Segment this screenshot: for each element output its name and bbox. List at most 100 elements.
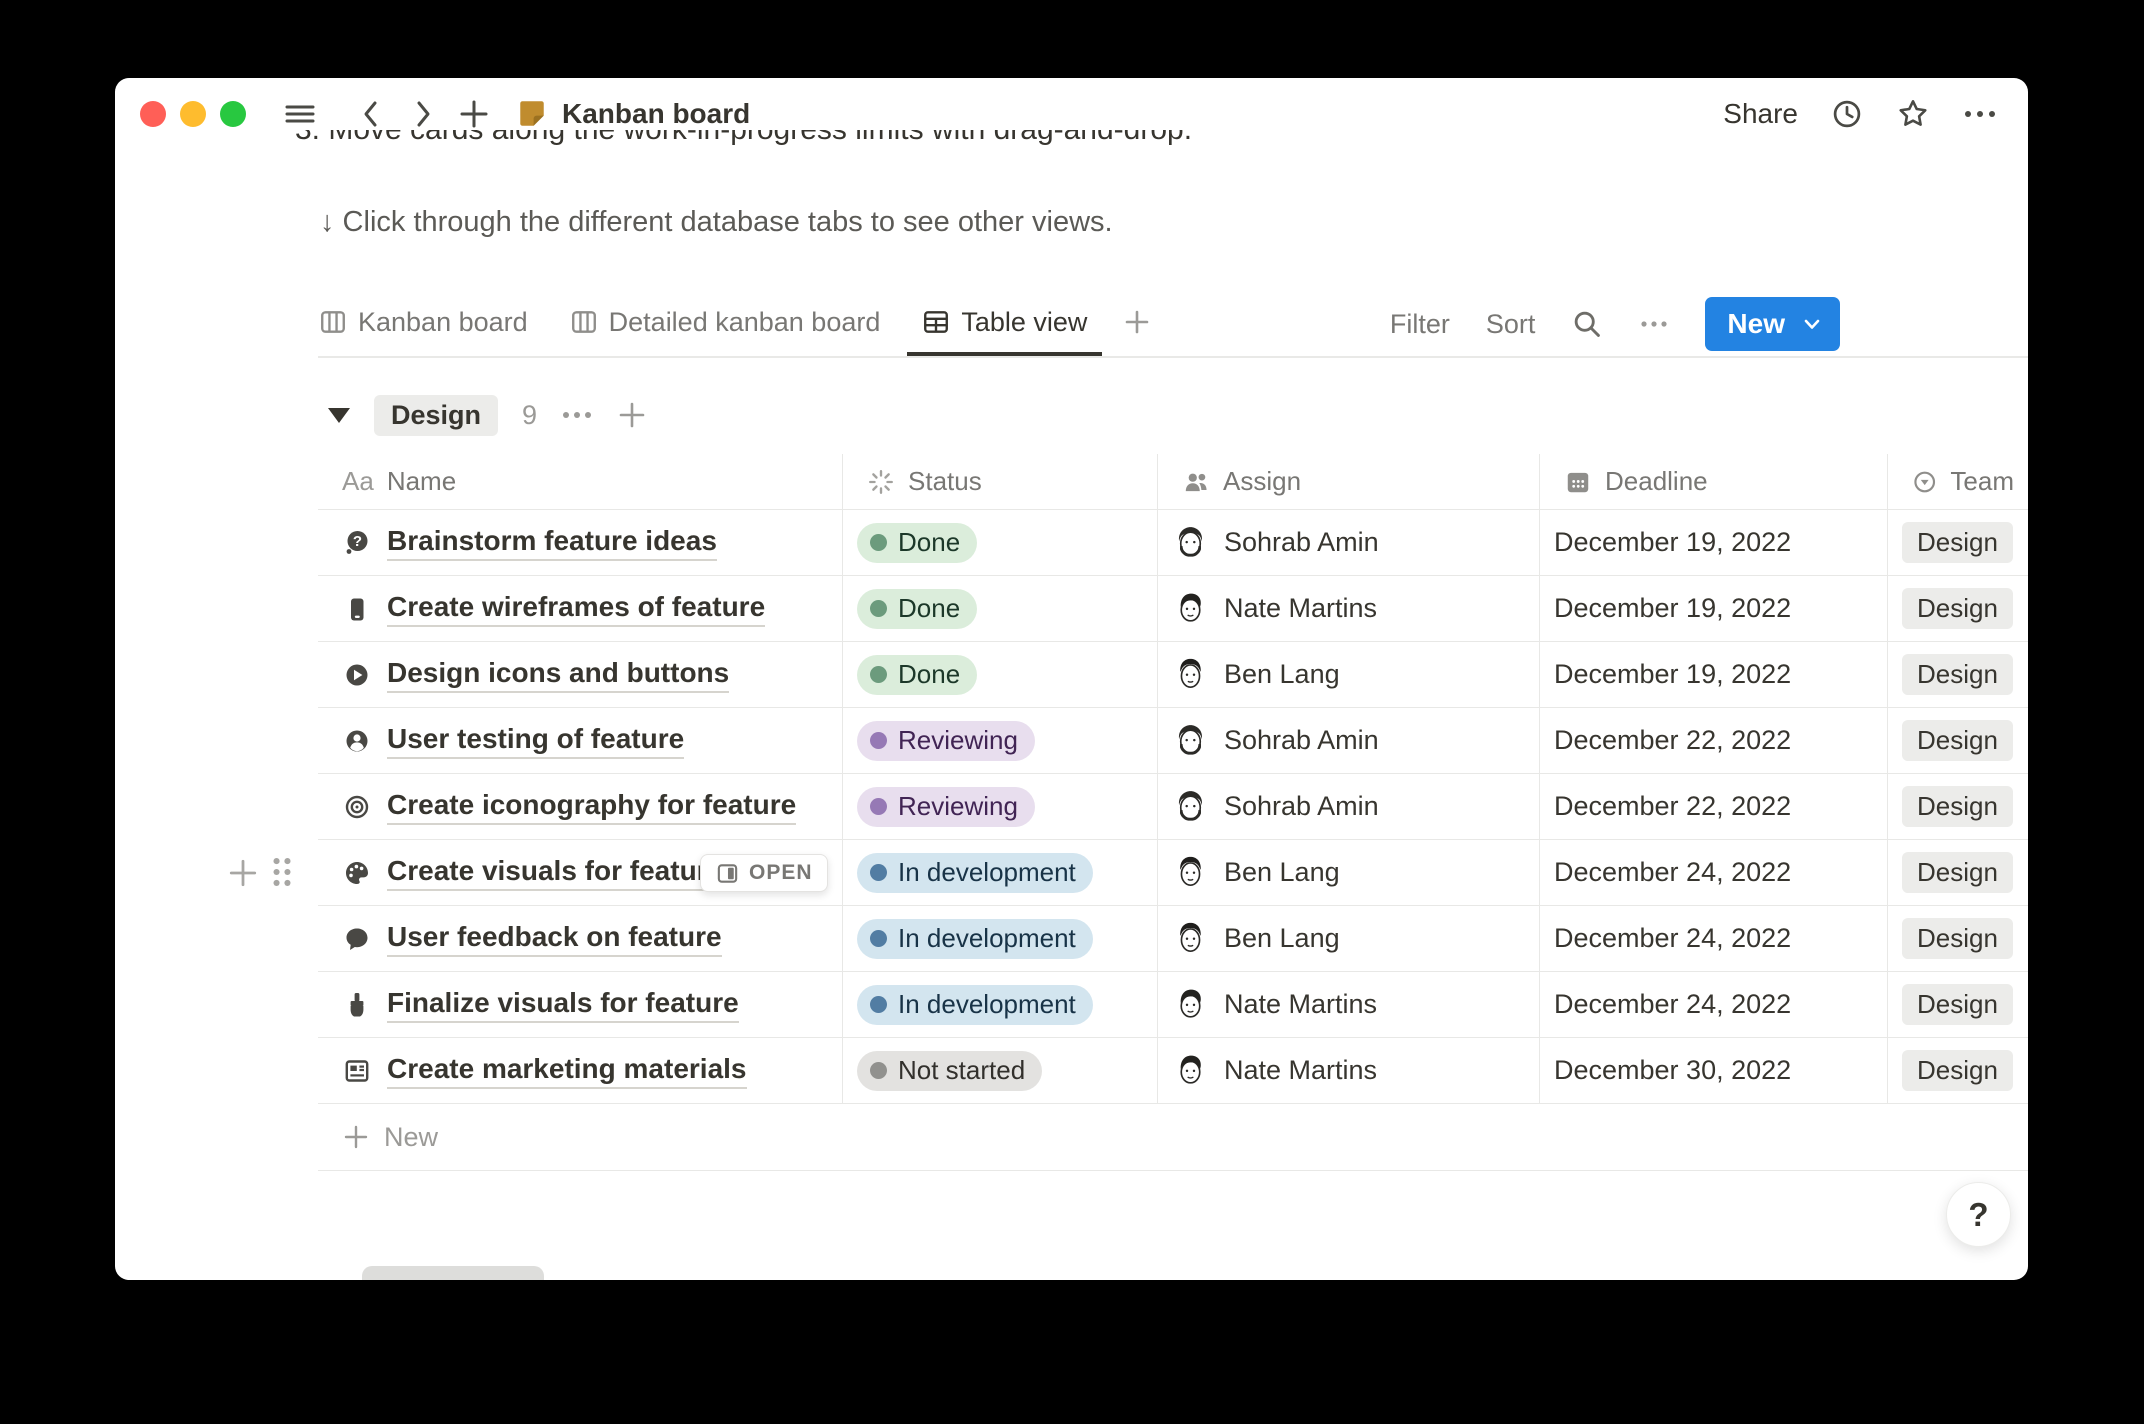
status-pill[interactable]: Done xyxy=(857,522,978,563)
minimize-button[interactable] xyxy=(180,101,206,127)
new-record-button[interactable]: New xyxy=(1705,297,1840,351)
task-link[interactable]: Create marketing materials xyxy=(387,1053,747,1089)
assign-cell[interactable]: Nate Martins xyxy=(1158,576,1540,641)
assign-cell[interactable]: Sohrab Amin xyxy=(1158,708,1540,773)
name-cell[interactable]: Create marketing materials xyxy=(318,1038,843,1103)
deadline-cell[interactable]: December 30, 2022 xyxy=(1540,1038,1888,1103)
assign-cell[interactable]: Sohrab Amin xyxy=(1158,774,1540,839)
updates-button[interactable] xyxy=(1830,97,1864,131)
name-cell[interactable]: Create iconography for feature xyxy=(318,774,843,839)
name-cell[interactable]: Create wireframes of feature xyxy=(318,576,843,641)
group-options-button[interactable] xyxy=(561,410,593,420)
insert-row-button[interactable] xyxy=(227,857,259,889)
add-view-button[interactable] xyxy=(1108,292,1166,356)
team-cell[interactable]: Design xyxy=(1888,774,2028,839)
status-pill[interactable]: Reviewing xyxy=(857,720,1035,761)
share-button[interactable]: Share xyxy=(1723,98,1798,130)
status-cell[interactable]: In development xyxy=(843,906,1158,971)
task-link[interactable]: Finalize visuals for feature xyxy=(387,987,739,1023)
more-button[interactable] xyxy=(1962,108,1998,120)
task-link[interactable]: Create visuals for feature xyxy=(387,855,724,891)
status-pill[interactable]: Done xyxy=(857,588,978,629)
status-cell[interactable]: Done xyxy=(843,642,1158,707)
assign-cell[interactable]: Nate Martins xyxy=(1158,972,1540,1037)
clipped-bottom-button[interactable] xyxy=(362,1266,544,1280)
open-record-button[interactable]: OPEN xyxy=(700,854,828,892)
assign-cell[interactable]: Ben Lang xyxy=(1158,642,1540,707)
team-cell[interactable]: Design xyxy=(1888,708,2028,773)
close-button[interactable] xyxy=(140,101,166,127)
team-cell[interactable]: Design xyxy=(1888,642,2028,707)
team-cell[interactable]: Design xyxy=(1888,840,2028,905)
new-row-button[interactable]: New xyxy=(318,1104,2028,1171)
drag-handle[interactable] xyxy=(270,854,294,895)
task-link[interactable]: Design icons and buttons xyxy=(387,657,730,693)
task-link[interactable]: Create wireframes of feature xyxy=(387,591,766,627)
name-cell[interactable]: Finalize visuals for feature xyxy=(318,972,843,1037)
task-link[interactable]: User testing of feature xyxy=(387,723,685,759)
sidebar-menu-button[interactable] xyxy=(284,99,316,129)
status-cell[interactable]: In development xyxy=(843,972,1158,1037)
status-cell[interactable]: Not started xyxy=(843,1038,1158,1103)
status-pill[interactable]: In development xyxy=(857,984,1093,1025)
assign-cell[interactable]: Nate Martins xyxy=(1158,1038,1540,1103)
team-cell[interactable]: Design xyxy=(1888,1038,2028,1103)
status-pill[interactable]: In development xyxy=(857,918,1093,959)
column-header-team[interactable]: Team xyxy=(1888,454,2028,509)
page-title[interactable]: Kanban board xyxy=(562,98,750,130)
status-cell[interactable]: Reviewing xyxy=(843,708,1158,773)
task-link[interactable]: User feedback on feature xyxy=(387,921,722,957)
team-cell[interactable]: Design xyxy=(1888,576,2028,641)
deadline-cell[interactable]: December 19, 2022 xyxy=(1540,576,1888,641)
column-header-deadline[interactable]: Deadline xyxy=(1540,454,1888,509)
assign-cell[interactable]: Sohrab Amin xyxy=(1158,510,1540,575)
deadline-cell[interactable]: December 24, 2022 xyxy=(1540,906,1888,971)
search-button[interactable] xyxy=(1571,308,1603,340)
status-cell[interactable]: Done xyxy=(843,510,1158,575)
deadline-cell[interactable]: December 19, 2022 xyxy=(1540,642,1888,707)
tab-detailed-kanban-board[interactable]: Detailed kanban board xyxy=(555,292,896,356)
group-collapse-toggle[interactable] xyxy=(328,407,350,423)
column-header-assign[interactable]: Assign xyxy=(1158,454,1540,509)
forward-button[interactable] xyxy=(408,98,438,130)
deadline-cell[interactable]: December 22, 2022 xyxy=(1540,708,1888,773)
team-cell[interactable]: Design xyxy=(1888,906,2028,971)
zoom-button[interactable] xyxy=(220,101,246,127)
name-cell[interactable]: User testing of feature xyxy=(318,708,843,773)
help-button[interactable]: ? xyxy=(1946,1182,2011,1247)
filter-button[interactable]: Filter xyxy=(1390,309,1450,340)
status-pill[interactable]: Done xyxy=(857,654,978,695)
status-cell[interactable]: In development xyxy=(843,840,1158,905)
status-pill[interactable]: Not started xyxy=(857,1050,1043,1091)
status-pill[interactable]: In development xyxy=(857,852,1093,893)
deadline-cell[interactable]: December 24, 2022 xyxy=(1540,972,1888,1037)
new-page-button[interactable] xyxy=(458,98,490,130)
status-pill[interactable]: Reviewing xyxy=(857,786,1035,827)
column-header-name[interactable]: Aa Name xyxy=(318,454,843,509)
status-cell[interactable]: Reviewing xyxy=(843,774,1158,839)
deadline-cell[interactable]: December 19, 2022 xyxy=(1540,510,1888,575)
tab-kanban-board[interactable]: Kanban board xyxy=(304,292,543,356)
assign-cell[interactable]: Ben Lang xyxy=(1158,906,1540,971)
tab-table-view[interactable]: Table view xyxy=(907,292,1103,356)
name-cell[interactable]: Brainstorm feature ideas xyxy=(318,510,843,575)
column-header-status[interactable]: Status xyxy=(843,454,1158,509)
group-name-pill[interactable]: Design xyxy=(374,394,499,436)
team-cell[interactable]: Design xyxy=(1888,972,2028,1037)
assign-cell[interactable]: Ben Lang xyxy=(1158,840,1540,905)
view-options-button[interactable] xyxy=(1639,319,1669,329)
task-link[interactable]: Brainstorm feature ideas xyxy=(387,525,717,561)
team-cell[interactable]: Design xyxy=(1888,510,2028,575)
status-dot xyxy=(870,930,887,947)
status-cell[interactable]: Done xyxy=(843,576,1158,641)
group-add-button[interactable] xyxy=(617,400,647,430)
name-cell[interactable]: Design icons and buttons xyxy=(318,642,843,707)
back-button[interactable] xyxy=(356,98,386,130)
name-cell[interactable]: User feedback on feature xyxy=(318,906,843,971)
sort-button[interactable]: Sort xyxy=(1486,309,1536,340)
deadline-cell[interactable]: December 22, 2022 xyxy=(1540,774,1888,839)
status-dot xyxy=(870,666,887,683)
favorite-button[interactable] xyxy=(1896,97,1930,131)
task-link[interactable]: Create iconography for feature xyxy=(387,789,797,825)
deadline-cell[interactable]: December 24, 2022 xyxy=(1540,840,1888,905)
